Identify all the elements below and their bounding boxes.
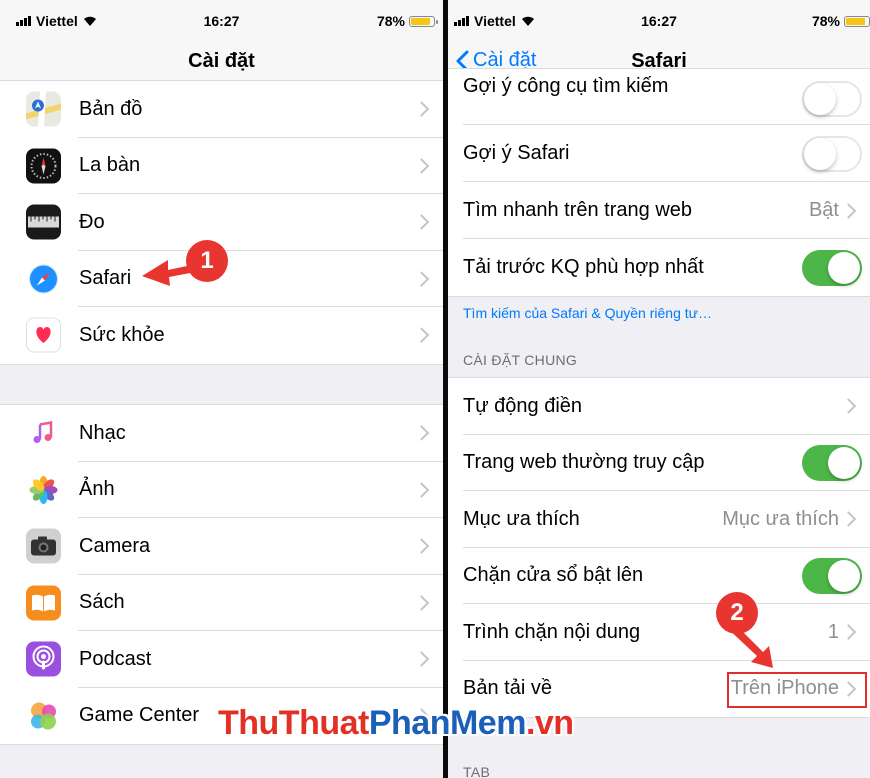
row-label: Camera bbox=[79, 534, 151, 557]
watermark-part-3: .vn bbox=[525, 704, 574, 742]
battery-icon bbox=[409, 15, 438, 27]
watermark: ThuThuatPhanMem.vn bbox=[218, 704, 574, 743]
chevron-right-icon bbox=[413, 157, 430, 174]
row-label: Gợi ý Safari bbox=[463, 142, 570, 164]
row-label: Tìm nhanh trên trang web bbox=[463, 199, 693, 221]
section-header-tab: TAB bbox=[463, 764, 491, 778]
chevron-right-icon bbox=[413, 101, 430, 118]
chevron-right-icon bbox=[413, 425, 430, 442]
row-label: La bàn bbox=[79, 154, 141, 177]
search-group: Gợi ý công cụ tìm kiếm Gợi ý Safari Tìm … bbox=[448, 68, 870, 297]
row-safari-suggestions[interactable]: Gợi ý Safari bbox=[448, 125, 870, 182]
page-title: Cài đặt bbox=[188, 50, 255, 72]
maps-icon bbox=[26, 91, 61, 127]
settings-group-1: Bản đồ La bàn Đo Safari Sức khỏe bbox=[0, 80, 443, 365]
row-label: Sức khỏe bbox=[79, 323, 165, 346]
preload-top-hit-toggle[interactable] bbox=[802, 249, 862, 286]
chevron-right-icon bbox=[413, 270, 430, 287]
status-bar: Viettel 16:27 78% bbox=[0, 0, 443, 38]
music-icon bbox=[26, 415, 61, 451]
watermark-part-2: PhanMem bbox=[368, 704, 527, 742]
status-bar: Viettel 16:27 78% bbox=[448, 0, 870, 38]
chevron-right-icon bbox=[413, 651, 430, 668]
row-label: Podcast bbox=[79, 647, 152, 670]
settings-row-health[interactable]: Sức khỏe bbox=[0, 307, 443, 364]
settings-row-compass[interactable]: La bàn bbox=[0, 138, 443, 194]
battery-percent: 78% bbox=[811, 13, 840, 29]
game-center-icon bbox=[26, 698, 61, 734]
row-label: Tự động điền bbox=[463, 394, 583, 417]
section-header-general: CÀI ĐẶT CHUNG bbox=[463, 352, 578, 368]
safari-settings-panel: Viettel 16:27 78% Cài đặt Safari Gợi ý c… bbox=[448, 0, 870, 778]
step-1-badge: 1 bbox=[186, 240, 228, 282]
chevron-right-icon bbox=[413, 214, 430, 231]
books-icon bbox=[26, 585, 61, 621]
row-value: 1 bbox=[827, 620, 839, 643]
settings-row-podcast[interactable]: Podcast bbox=[0, 631, 443, 688]
downloads-highlight-box bbox=[727, 671, 867, 708]
settings-row-books[interactable]: Sách bbox=[0, 575, 443, 631]
safari-icon bbox=[26, 261, 61, 297]
camera-icon bbox=[26, 528, 61, 564]
row-block-popups[interactable]: Chặn cửa sổ bật lên bbox=[448, 548, 870, 604]
settings-row-camera[interactable]: Camera bbox=[0, 518, 443, 575]
row-label: Ảnh bbox=[79, 478, 115, 501]
row-label: Mục ưa thích bbox=[463, 507, 580, 530]
settings-row-maps[interactable]: Bản đồ bbox=[0, 81, 443, 138]
row-label: Nhạc bbox=[79, 421, 126, 444]
row-label: Đo bbox=[79, 210, 105, 233]
chevron-right-icon bbox=[840, 202, 857, 219]
photos-icon bbox=[26, 472, 61, 508]
battery-percent: 78% bbox=[376, 13, 405, 29]
row-value: Bật bbox=[808, 199, 839, 221]
measure-icon bbox=[26, 204, 61, 240]
chevron-right-icon bbox=[840, 398, 857, 415]
row-label: Safari bbox=[79, 267, 132, 290]
row-label: Tải trước KQ phù hợp nhất bbox=[463, 256, 704, 278]
row-label: Gợi ý công cụ tìm kiếm bbox=[463, 75, 669, 97]
chevron-right-icon bbox=[413, 481, 430, 498]
privacy-link[interactable]: Tìm kiếm của Safari & Quyền riêng tư… bbox=[463, 305, 712, 321]
compass-icon bbox=[26, 148, 61, 184]
battery-icon bbox=[844, 15, 870, 27]
settings-panel: Viettel 16:27 78% Cài đặt Bản đồ La bàn bbox=[0, 0, 443, 778]
podcast-icon bbox=[26, 641, 61, 677]
row-label: Trình chặn nội dung bbox=[463, 620, 641, 643]
row-search-engine-suggestions[interactable]: Gợi ý công cụ tìm kiếm bbox=[448, 69, 870, 125]
row-label: Game Center bbox=[79, 704, 200, 727]
settings-group-2: Nhạc Ảnh Camera Sách Podcast Game Center bbox=[0, 404, 443, 745]
chevron-right-icon bbox=[413, 594, 430, 611]
row-frequently-visited[interactable]: Trang web thường truy cập bbox=[448, 435, 870, 491]
row-label: Bản đồ bbox=[79, 97, 143, 120]
row-content-blockers[interactable]: Trình chặn nội dung 1 bbox=[448, 604, 870, 661]
step-2-arrow bbox=[725, 622, 773, 668]
chevron-right-icon bbox=[840, 511, 857, 528]
general-group: Tự động điền Trang web thường truy cập M… bbox=[448, 377, 870, 718]
chevron-right-icon bbox=[413, 538, 430, 555]
safari-suggestions-toggle[interactable] bbox=[802, 135, 862, 172]
row-favorites[interactable]: Mục ưa thích Mục ưa thích bbox=[448, 491, 870, 548]
row-label: Trang web thường truy cập bbox=[463, 451, 705, 474]
row-preload-top-hit[interactable]: Tải trước KQ phù hợp nhất bbox=[448, 239, 870, 296]
row-label: Sách bbox=[79, 591, 125, 614]
health-icon bbox=[26, 317, 61, 353]
clock: 16:27 bbox=[641, 13, 677, 29]
row-value: Mục ưa thích bbox=[722, 507, 839, 530]
block-popups-toggle[interactable] bbox=[802, 557, 862, 594]
settings-row-music[interactable]: Nhạc bbox=[0, 405, 443, 462]
frequently-visited-toggle[interactable] bbox=[802, 444, 862, 481]
row-label: Chặn cửa sổ bật lên bbox=[463, 564, 644, 587]
row-autofill[interactable]: Tự động điền bbox=[448, 378, 870, 435]
chevron-right-icon bbox=[413, 327, 430, 344]
watermark-part-1: ThuThuat bbox=[218, 704, 369, 742]
settings-row-photos[interactable]: Ảnh bbox=[0, 462, 443, 518]
settings-row-measure[interactable]: Đo bbox=[0, 194, 443, 251]
search-engine-suggestions-toggle[interactable] bbox=[802, 81, 862, 117]
row-label: Bản tải về bbox=[463, 677, 552, 700]
chevron-right-icon bbox=[840, 624, 857, 641]
row-quick-website-search[interactable]: Tìm nhanh trên trang web Bật bbox=[448, 182, 870, 239]
